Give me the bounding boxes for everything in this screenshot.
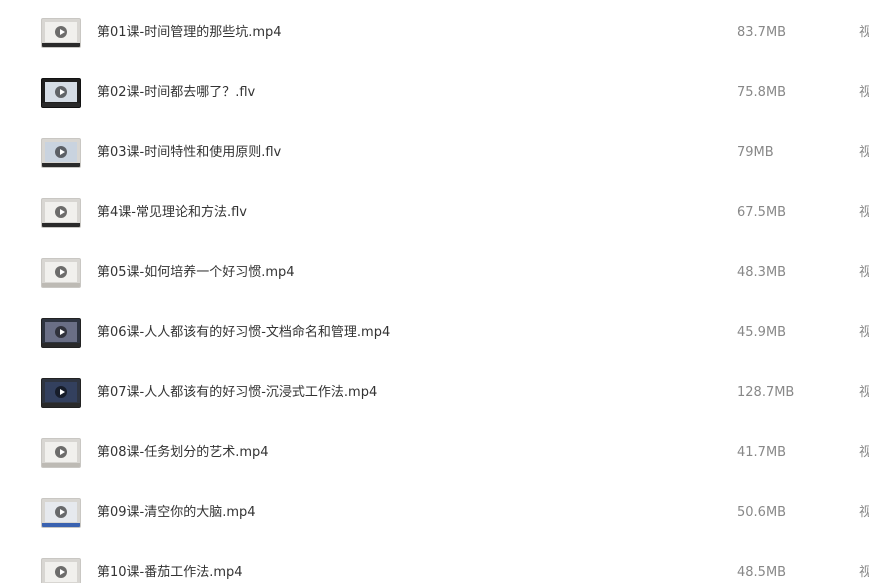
- file-size: 48.5MB: [737, 565, 787, 580]
- video-thumbnail-icon[interactable]: [41, 498, 81, 528]
- file-size: 79MB: [737, 145, 774, 160]
- video-thumbnail-icon[interactable]: [41, 198, 81, 228]
- video-thumbnail-icon[interactable]: [41, 438, 81, 468]
- file-type: 视频: [859, 265, 869, 280]
- file-row[interactable]: 第08课-任务划分的艺术.mp4 41.7MB 视频: [0, 423, 869, 483]
- file-type: 视频: [859, 25, 869, 40]
- file-row[interactable]: 第4课-常见理论和方法.flv 67.5MB 视频: [0, 183, 869, 243]
- file-row[interactable]: 第10课-番茄工作法.mp4 48.5MB 视频: [0, 543, 869, 583]
- file-name[interactable]: 第02课-时间都去哪了？.flv: [97, 63, 255, 123]
- video-thumbnail-icon[interactable]: [41, 258, 81, 288]
- file-size: 48.3MB: [737, 265, 787, 280]
- video-thumbnail-icon[interactable]: [41, 318, 81, 348]
- file-row[interactable]: 第03课-时间特性和使用原则.flv 79MB 视频: [0, 123, 869, 183]
- file-type: 视频: [859, 505, 869, 520]
- file-row[interactable]: 第05课-如何培养一个好习惯.mp4 48.3MB 视频: [0, 243, 869, 303]
- file-name[interactable]: 第10课-番茄工作法.mp4: [97, 543, 243, 583]
- file-row[interactable]: 第06课-人人都该有的好习惯-文档命名和管理.mp4 45.9MB 视频: [0, 303, 869, 363]
- file-type: 视频: [859, 565, 869, 580]
- video-thumbnail-icon[interactable]: [41, 558, 81, 583]
- file-type: 视频: [859, 385, 869, 400]
- file-row[interactable]: 第02课-时间都去哪了？.flv 75.8MB 视频: [0, 63, 869, 123]
- file-size: 50.6MB: [737, 505, 787, 520]
- file-size: 67.5MB: [737, 205, 787, 220]
- file-type: 视频: [859, 445, 869, 460]
- file-row[interactable]: 第07课-人人都该有的好习惯-沉浸式工作法.mp4 128.7MB 视频: [0, 363, 869, 423]
- file-name[interactable]: 第01课-时间管理的那些坑.mp4: [97, 3, 282, 63]
- file-size: 41.7MB: [737, 445, 787, 460]
- file-type: 视频: [859, 85, 869, 100]
- file-size: 75.8MB: [737, 85, 787, 100]
- file-row[interactable]: 第01课-时间管理的那些坑.mp4 83.7MB 视频: [0, 3, 869, 63]
- file-type: 视频: [859, 145, 869, 160]
- file-name[interactable]: 第03课-时间特性和使用原则.flv: [97, 123, 281, 183]
- video-thumbnail-icon[interactable]: [41, 18, 81, 48]
- file-name[interactable]: 第4课-常见理论和方法.flv: [97, 183, 247, 243]
- file-type: 视频: [859, 325, 869, 340]
- video-thumbnail-icon[interactable]: [41, 78, 81, 108]
- file-name[interactable]: 第06课-人人都该有的好习惯-文档命名和管理.mp4: [97, 303, 390, 363]
- file-name[interactable]: 第07课-人人都该有的好习惯-沉浸式工作法.mp4: [97, 363, 377, 423]
- file-name[interactable]: 第08课-任务划分的艺术.mp4: [97, 423, 269, 483]
- file-name[interactable]: 第09课-清空你的大脑.mp4: [97, 483, 256, 543]
- video-thumbnail-icon[interactable]: [41, 378, 81, 408]
- file-type: 视频: [859, 205, 869, 220]
- video-thumbnail-icon[interactable]: [41, 138, 81, 168]
- file-size: 128.7MB: [737, 385, 795, 400]
- file-row[interactable]: 第09课-清空你的大脑.mp4 50.6MB 视频: [0, 483, 869, 543]
- file-name[interactable]: 第05课-如何培养一个好习惯.mp4: [97, 243, 295, 303]
- file-size: 83.7MB: [737, 25, 787, 40]
- file-size: 45.9MB: [737, 325, 787, 340]
- file-list: 第01课-时间管理的那些坑.mp4 83.7MB 视频 第02课-时间都去哪了？…: [0, 0, 869, 583]
